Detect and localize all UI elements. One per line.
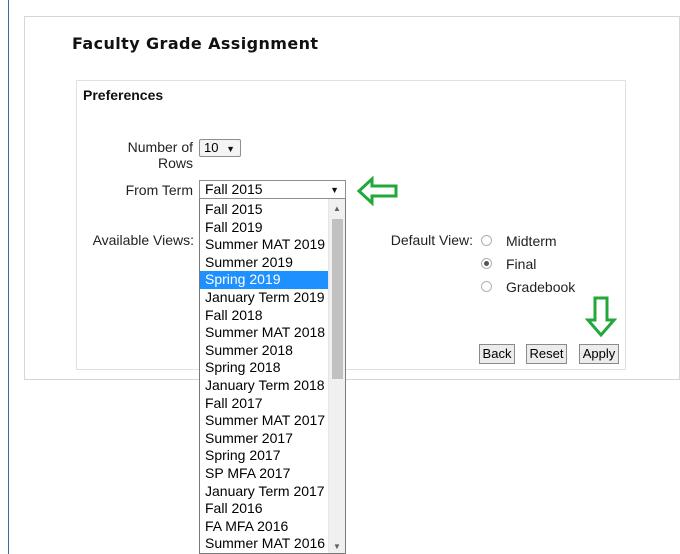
term-option[interactable]: Fall 2018 xyxy=(200,307,328,325)
dropdown-scrollbar[interactable]: ▲ ▼ xyxy=(328,199,345,553)
term-option[interactable]: Summer 2019 xyxy=(200,254,328,272)
term-option[interactable]: Spring 2017 xyxy=(200,447,328,465)
rows-select[interactable]: 10 ▼ xyxy=(199,139,241,157)
term-option[interactable]: Summer MAT 2018 xyxy=(200,324,328,342)
radio-button[interactable] xyxy=(481,258,492,269)
annotation-arrow-left-icon xyxy=(357,176,398,206)
term-dropdown-list[interactable]: Fall 2015 Fall 2019 Summer MAT 2019 Summer … xyxy=(199,199,346,554)
scroll-thumb[interactable] xyxy=(332,219,343,379)
term-option[interactable]: Summer MAT 2019 xyxy=(200,236,328,254)
preferences-panel xyxy=(76,80,626,370)
term-option[interactable]: Spring 2018 xyxy=(200,359,328,377)
available-views-label: Available Views: xyxy=(92,232,194,248)
default-view-label: Default View: xyxy=(390,232,473,248)
from-term-label: From Term xyxy=(125,182,193,198)
term-option[interactable]: Fall 2016 xyxy=(200,500,328,518)
back-button[interactable]: Back xyxy=(479,344,515,364)
page-left-border xyxy=(8,0,9,554)
rows-label-line1: Number of xyxy=(127,139,193,155)
term-option[interactable]: FA MFA 2016 xyxy=(200,518,328,536)
term-option[interactable]: January Term 2017 xyxy=(200,483,328,501)
preferences-heading: Preferences xyxy=(83,87,164,103)
term-options: Fall 2015 Fall 2019 Summer MAT 2019 Summer … xyxy=(200,201,328,553)
term-option[interactable]: Summer 2017 xyxy=(200,430,328,448)
reset-button[interactable]: Reset xyxy=(526,344,567,364)
scroll-up-icon[interactable]: ▲ xyxy=(329,202,345,216)
radio-label: Final xyxy=(506,256,537,272)
radio-button[interactable] xyxy=(481,235,492,246)
from-term-select[interactable]: Fall 2015 ▼ xyxy=(199,180,346,199)
radio-label: Midterm xyxy=(506,233,557,249)
chevron-down-icon: ▼ xyxy=(330,185,339,195)
rows-label: Number of Rows xyxy=(110,139,193,171)
from-term-value: Fall 2015 xyxy=(205,181,263,197)
rows-select-value: 10 xyxy=(204,140,219,155)
radio-label: Gradebook xyxy=(506,279,576,295)
term-option[interactable]: Summer 2018 xyxy=(200,342,328,360)
page-title: Faculty Grade Assignment xyxy=(72,34,319,53)
term-option[interactable]: Fall 2019 xyxy=(200,219,328,237)
term-option[interactable]: Spring 2019 xyxy=(200,271,328,289)
scroll-down-icon[interactable]: ▼ xyxy=(329,540,345,553)
term-option[interactable]: Summer MAT 2017 xyxy=(200,412,328,430)
term-option[interactable]: Summer MAT 2016 xyxy=(200,535,328,553)
chevron-down-icon: ▼ xyxy=(226,144,235,154)
apply-button[interactable]: Apply xyxy=(579,344,619,364)
term-option[interactable]: January Term 2019 xyxy=(200,289,328,307)
annotation-arrow-down-icon xyxy=(585,296,617,338)
term-option[interactable]: Fall 2015 xyxy=(200,201,328,219)
term-option[interactable]: SP MFA 2017 xyxy=(200,465,328,483)
term-option[interactable]: January Term 2018 xyxy=(200,377,328,395)
radio-button[interactable] xyxy=(481,281,492,292)
term-option[interactable]: Fall 2017 xyxy=(200,395,328,413)
rows-label-line2: Rows xyxy=(157,155,193,171)
